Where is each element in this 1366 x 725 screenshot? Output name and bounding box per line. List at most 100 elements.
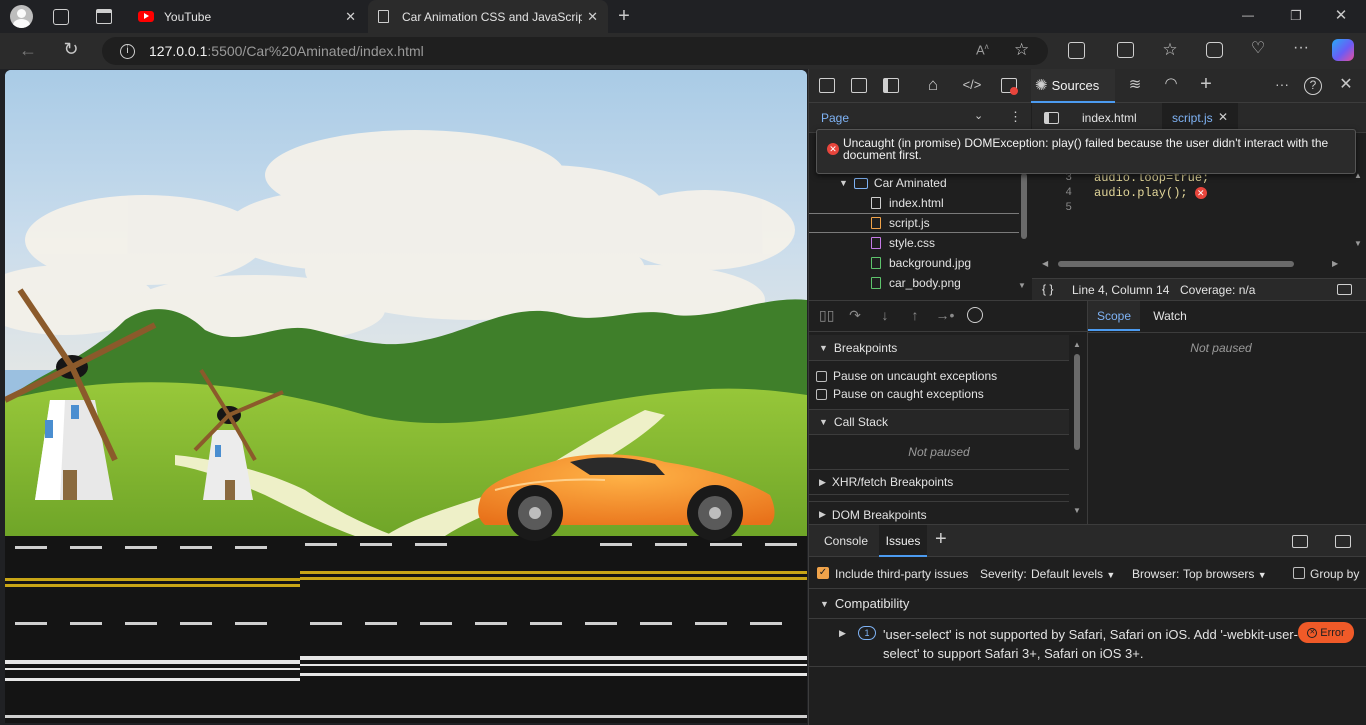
section-title: XHR/fetch Breakpoints <box>831 475 954 489</box>
minimize-button[interactable]: — <box>1241 9 1255 21</box>
tab-youtube[interactable]: YouTube ✕ <box>128 0 366 33</box>
close-window-button[interactable]: ✕ <box>1334 8 1348 23</box>
tab-console[interactable]: Console <box>817 525 875 557</box>
device-emulation-icon[interactable] <box>851 78 867 93</box>
workspaces-icon[interactable] <box>53 9 69 25</box>
pause-uncaught-row[interactable]: Pause on uncaught exceptions <box>816 369 997 383</box>
address-input[interactable]: i 127.0.0.1:5500/Car%20Aminated/index.ht… <box>102 37 1048 65</box>
chevron-down-icon[interactable]: ⌄ <box>974 109 983 122</box>
favorites-icon[interactable]: ☆ <box>1160 41 1180 58</box>
dock-side-icon[interactable] <box>883 78 899 93</box>
pretty-print-button[interactable]: { } <box>1042 282 1053 296</box>
tab-scope[interactable]: Scope <box>1088 301 1140 331</box>
performance-icon[interactable]: ◠ <box>1161 76 1181 91</box>
tab-car-animation[interactable]: Car Animation CSS and JavaScrip ✕ <box>368 0 608 33</box>
tab-page[interactable]: Page <box>821 111 849 125</box>
scroll-up-icon[interactable]: ▲ <box>1073 340 1081 349</box>
step-out-icon[interactable]: ↑ <box>907 308 923 322</box>
checkbox[interactable] <box>816 371 827 383</box>
customize-menu-icon[interactable]: ··· <box>1271 77 1293 91</box>
collapsed-triangle-icon: ▶ <box>819 509 826 519</box>
profile-avatar[interactable] <box>10 5 33 28</box>
screenshot-icon[interactable] <box>1337 284 1352 295</box>
toggle-navigator-icon[interactable] <box>1044 112 1059 124</box>
tab-issues[interactable]: Issues <box>879 525 927 557</box>
tab-sources[interactable]: ✺ Sources <box>1031 69 1115 103</box>
close-tab-icon[interactable]: ✕ <box>587 9 598 25</box>
deactivate-breakpoints-icon[interactable] <box>967 307 983 323</box>
severity-select[interactable]: Default levels ▼ <box>1031 567 1115 581</box>
scroll-down-icon[interactable]: ▼ <box>1018 281 1026 290</box>
close-tab-icon[interactable]: ✕ <box>345 9 356 25</box>
more-tools-button[interactable]: + <box>1196 74 1216 94</box>
pause-caught-row[interactable]: Pause on caught exceptions <box>816 387 984 401</box>
car-scene <box>5 70 807 723</box>
more-options-icon[interactable]: ⋮ <box>1009 109 1022 125</box>
collections-icon[interactable] <box>1206 42 1223 58</box>
close-devtools-icon[interactable]: ✕ <box>1337 77 1355 93</box>
dock-drawer-icon[interactable] <box>1292 535 1308 548</box>
inspect-element-icon[interactable] <box>819 78 835 93</box>
file-name: car_body.png <box>889 276 961 290</box>
issue-row[interactable]: ▶ 1 'user-select' is not supported by Sa… <box>809 619 1366 667</box>
collapsed-triangle-icon: ▶ <box>819 476 826 487</box>
read-aloud-icon[interactable]: Aʌ <box>976 42 989 57</box>
scroll-right-icon[interactable]: ▶ <box>1332 259 1338 268</box>
expand-triangle-icon: ▼ <box>819 417 828 427</box>
favorite-star-icon[interactable]: ☆ <box>1014 40 1029 60</box>
welcome-home-icon[interactable]: ⌂ <box>923 76 943 93</box>
tree-file[interactable]: background.jpg <box>809 253 1019 273</box>
horizontal-scrollbar[interactable] <box>1058 261 1294 267</box>
close-tab-icon[interactable]: ✕ <box>1218 110 1228 124</box>
tree-file[interactable]: style.css <box>809 233 1019 253</box>
sidebar-scrollbar[interactable] <box>1074 354 1080 450</box>
scroll-down-icon[interactable]: ▼ <box>1354 239 1362 248</box>
scroll-down-icon[interactable]: ▼ <box>1073 506 1081 515</box>
error-x-icon[interactable]: ✕ <box>1194 187 1207 199</box>
tree-file[interactable]: index.html <box>809 193 1019 213</box>
step-icon[interactable]: →• <box>935 308 955 322</box>
error-icon: ✕ <box>827 143 839 155</box>
expand-issue-icon[interactable]: ▶ <box>839 628 846 639</box>
step-over-icon[interactable]: ↷ <box>847 308 863 322</box>
group-by-checkbox[interactable] <box>1293 567 1305 579</box>
help-icon[interactable]: ? <box>1304 77 1322 95</box>
copilot-icon[interactable] <box>1332 39 1354 61</box>
xhr-breakpoints-header[interactable]: ▶ XHR/fetch Breakpoints <box>809 469 1069 495</box>
tree-file[interactable]: car_body.png <box>809 273 1019 293</box>
tree-scrollbar[interactable] <box>1021 173 1027 239</box>
category-header[interactable]: ▼ Compatibility <box>809 589 1366 619</box>
checkbox[interactable] <box>816 389 827 401</box>
close-drawer-icon[interactable] <box>1335 535 1351 548</box>
maximize-button[interactable]: ❐ <box>1289 9 1303 22</box>
tree-file-selected[interactable]: script.js <box>809 213 1019 233</box>
console-icon[interactable] <box>1001 78 1018 95</box>
settings-more-icon[interactable]: ··· <box>1291 40 1311 56</box>
new-tab-button[interactable]: + <box>614 6 634 26</box>
code-line[interactable] <box>1094 201 1209 216</box>
step-into-icon[interactable]: ↓ <box>877 308 893 322</box>
info-icon[interactable]: i <box>120 43 135 59</box>
pause-icon[interactable]: ▯▯ <box>819 308 834 322</box>
scroll-left-icon[interactable]: ◀ <box>1042 259 1048 268</box>
breakpoints-header[interactable]: ▼ Breakpoints <box>809 335 1069 361</box>
code-line-error[interactable]: audio.play(); ✕ <box>1094 186 1209 201</box>
tab-watch[interactable]: Watch <box>1144 301 1196 331</box>
include-third-party-checkbox[interactable]: ✓ <box>817 567 829 579</box>
refresh-icon[interactable]: ↻ <box>61 40 81 58</box>
elements-icon[interactable]: </> <box>962 78 982 91</box>
tab-actions-icon[interactable] <box>96 9 112 24</box>
network-icon[interactable]: ≋ <box>1125 77 1145 92</box>
call-stack-header[interactable]: ▼ Call Stack <box>809 409 1069 435</box>
file-name: background.jpg <box>889 256 972 270</box>
drawer-tabbar: Console Issues + <box>809 525 1366 557</box>
extensions-icon[interactable] <box>1068 42 1085 59</box>
editor-tab-index[interactable]: index.html <box>1082 111 1137 125</box>
tree-folder[interactable]: ▼ Car Aminated <box>809 173 1019 193</box>
performance-icon[interactable]: ♡ <box>1248 41 1268 57</box>
split-screen-icon[interactable] <box>1117 42 1134 58</box>
browser-select[interactable]: Top browsers ▼ <box>1183 567 1267 581</box>
back-icon[interactable]: ← <box>18 41 38 59</box>
editor-tab-label: script.js <box>1172 111 1213 125</box>
add-drawer-tab-button[interactable]: + <box>935 528 947 551</box>
